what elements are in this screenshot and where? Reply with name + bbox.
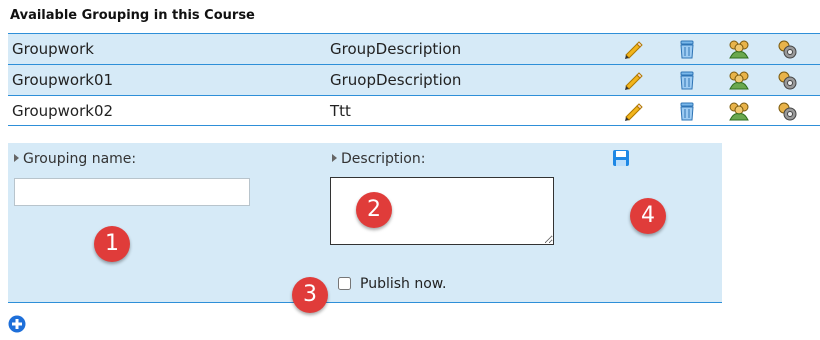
pencil-icon[interactable]	[622, 69, 644, 91]
settings-icon[interactable]	[776, 69, 798, 91]
description-label: Description:	[332, 151, 425, 167]
group-icon[interactable]	[728, 69, 750, 91]
trash-icon[interactable]	[676, 69, 698, 91]
settings-icon[interactable]	[776, 100, 798, 122]
publish-checkbox[interactable]	[338, 277, 351, 290]
grouping-name: Groupwork02	[12, 102, 114, 120]
grouping-name: Groupwork01	[12, 71, 114, 89]
annotation-marker-3: 3	[292, 277, 328, 313]
add-icon[interactable]	[8, 315, 26, 333]
trash-icon[interactable]	[676, 38, 698, 60]
group-icon[interactable]	[728, 100, 750, 122]
table-row: Groupwork01 GruopDescription	[8, 64, 820, 95]
annotation-marker-1: 1	[94, 226, 130, 262]
publish-label: Publish now.	[360, 276, 447, 292]
grouping-description: GruopDescription	[330, 71, 462, 89]
group-icon[interactable]	[728, 38, 750, 60]
trash-icon[interactable]	[676, 100, 698, 122]
table-row: Groupwork GroupDescription	[8, 33, 820, 64]
grouping-name: Groupwork	[12, 40, 94, 58]
annotation-marker-2: 2	[356, 192, 392, 228]
groupings-table: Groupwork GroupDescription Groupwork01 G…	[8, 33, 820, 126]
grouping-name-input[interactable]	[14, 178, 250, 206]
pencil-icon[interactable]	[622, 100, 644, 122]
pencil-icon[interactable]	[622, 38, 644, 60]
annotation-marker-4: 4	[630, 198, 666, 234]
grouping-description: GroupDescription	[330, 40, 462, 58]
settings-icon[interactable]	[776, 38, 798, 60]
save-icon[interactable]	[612, 149, 630, 167]
section-title: Available Grouping in this Course	[10, 8, 255, 23]
grouping-name-label: Grouping name:	[14, 151, 136, 167]
grouping-description: Ttt	[330, 102, 351, 120]
table-row: Groupwork02 Ttt	[8, 95, 820, 126]
